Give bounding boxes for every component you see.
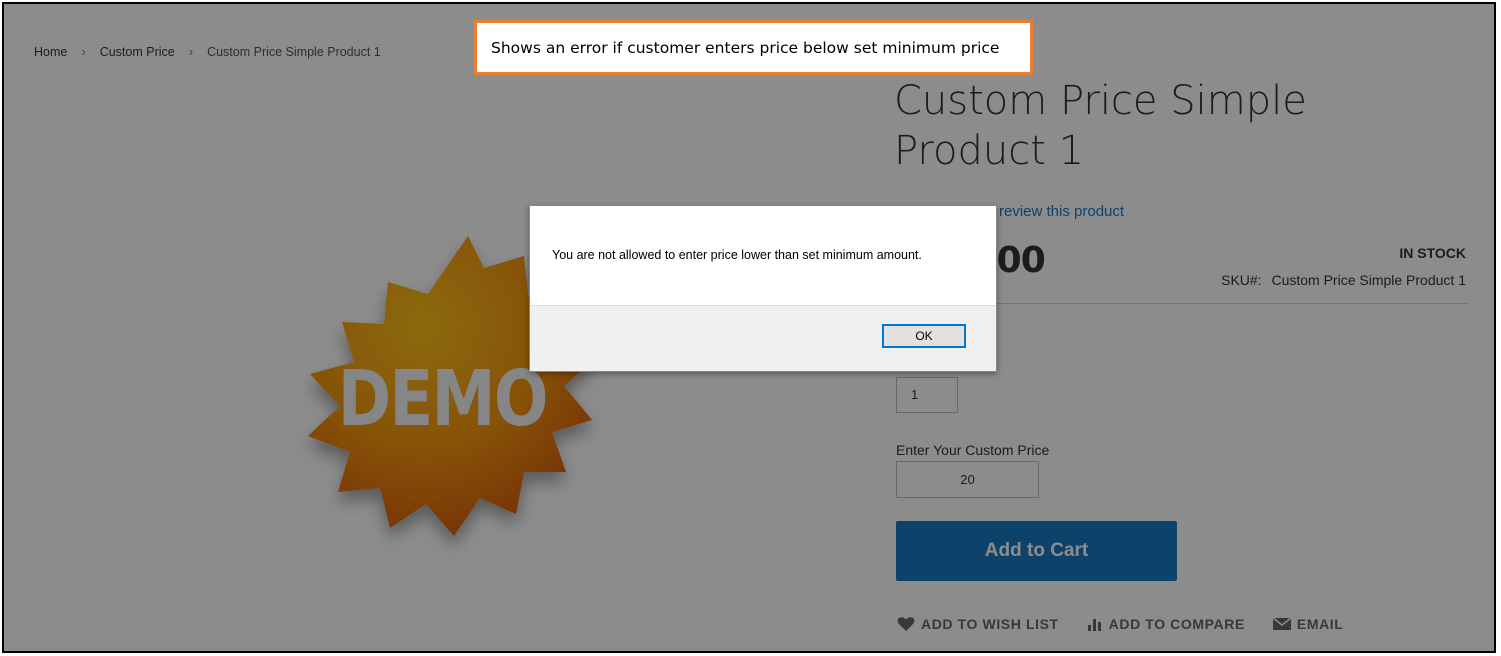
ok-button[interactable]: OK (882, 324, 966, 348)
alert-footer: OK (530, 305, 996, 371)
alert-dialog: You are not allowed to enter price lower… (529, 205, 997, 372)
screenshot-frame: Home › Custom Price › Custom Price Simpl… (2, 2, 1496, 653)
alert-message: You are not allowed to enter price lower… (552, 248, 922, 262)
annotation-callout: Shows an error if customer enters price … (474, 20, 1033, 75)
